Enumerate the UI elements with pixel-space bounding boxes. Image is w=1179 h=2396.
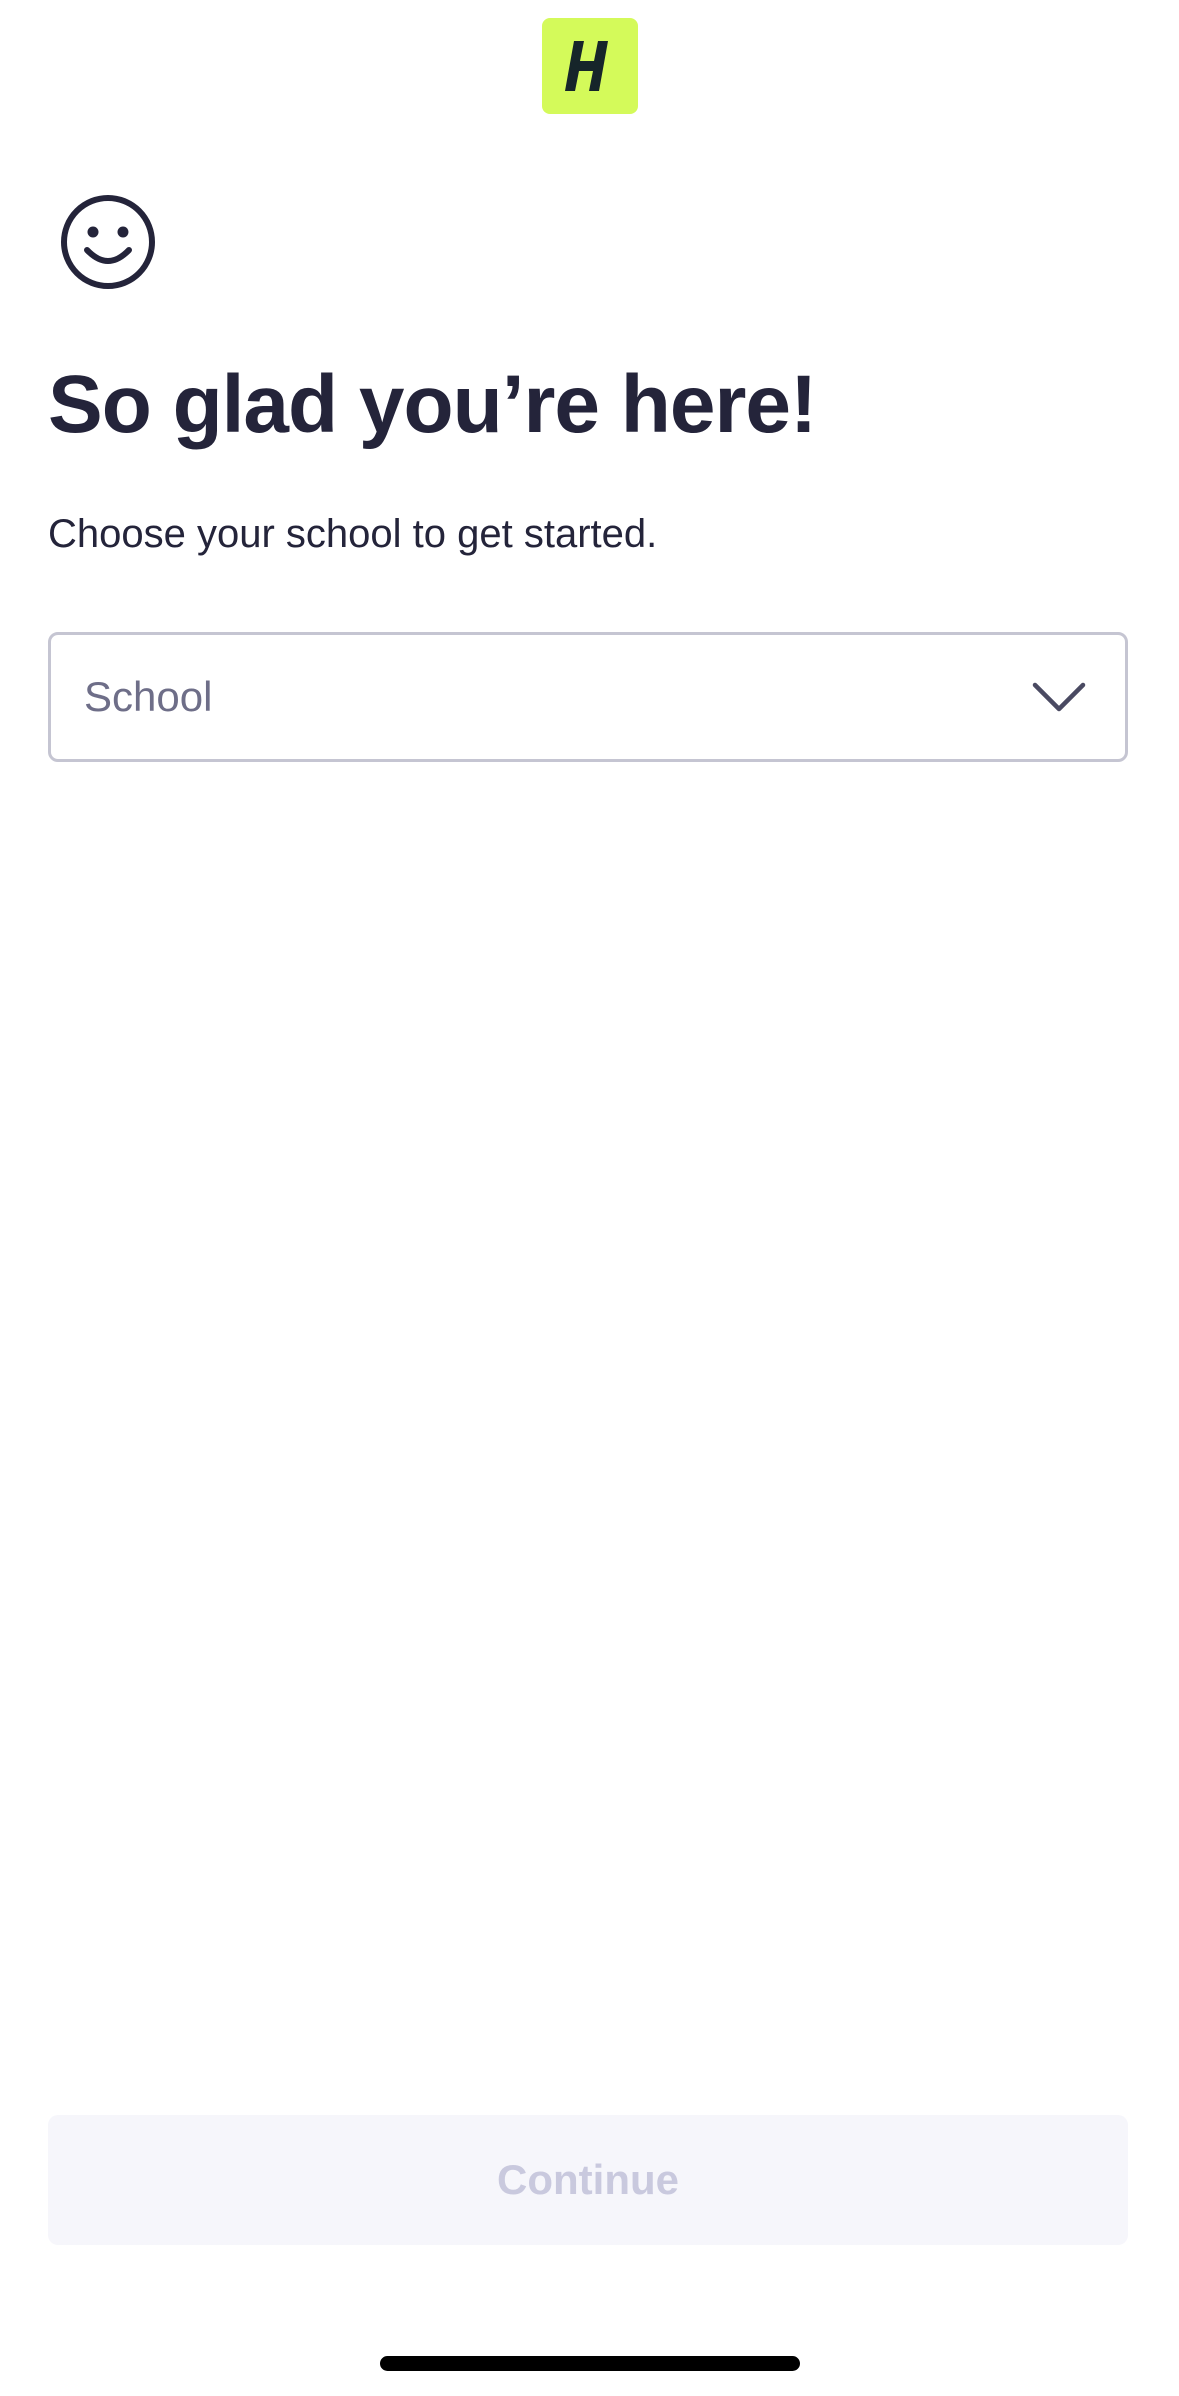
brand-logo xyxy=(542,18,638,114)
chevron-down-icon xyxy=(1032,682,1086,712)
continue-button[interactable]: Continue xyxy=(48,2115,1128,2245)
school-select-placeholder: School xyxy=(84,673,213,720)
school-select[interactable]: School xyxy=(48,632,1128,762)
h-brand-logo-icon xyxy=(565,41,608,91)
home-indicator xyxy=(380,2356,800,2371)
page-subtitle: Choose your school to get started. xyxy=(48,512,658,556)
page-title: So glad you’re here! xyxy=(48,359,817,450)
smiley-icon xyxy=(58,192,158,292)
